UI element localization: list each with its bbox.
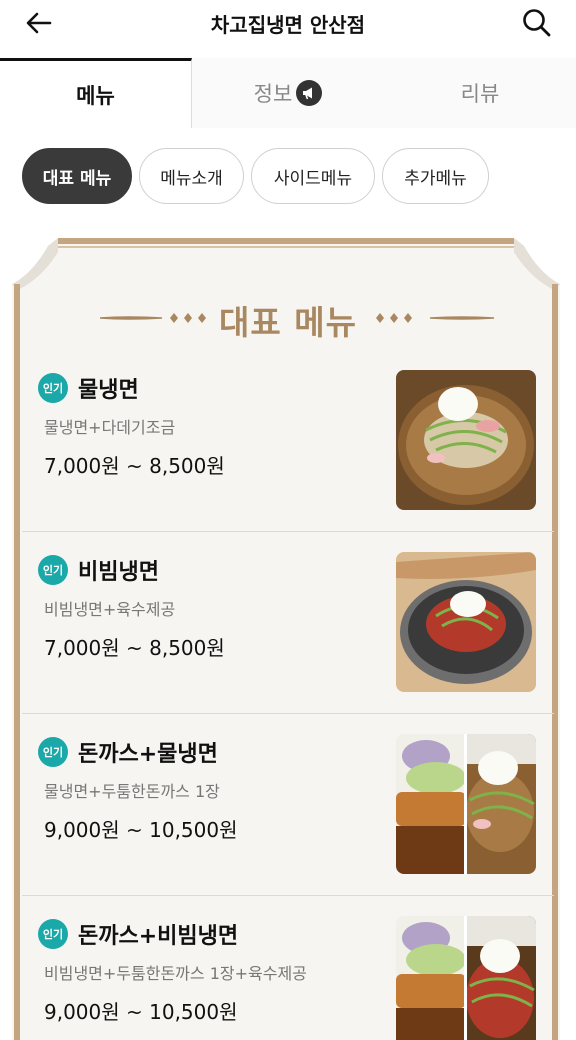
menu-item-name: 돈까스+물냉면 [78, 742, 218, 767]
tab-menu[interactable]: 메뉴 [0, 58, 192, 128]
menu-item-price: 7,000원 ~ 8,500원 [44, 636, 225, 660]
chip-extra-menu[interactable]: 추가메뉴 [382, 148, 489, 204]
search-button[interactable] [520, 6, 554, 40]
chip-menu-intro[interactable]: 메뉴소개 [139, 148, 244, 204]
popular-badge: 인기 [38, 919, 68, 949]
popular-badge: 인기 [38, 737, 68, 767]
menu-item-name: 물냉면 [78, 378, 139, 403]
menu-item-price: 9,000원 ~ 10,500원 [44, 818, 238, 842]
menu-item-price: 7,000원 ~ 8,500원 [44, 454, 225, 478]
menu-item-name: 비빔냉면 [78, 560, 159, 585]
donkatsu-mul-naengmyeon-photo [396, 734, 536, 874]
ornament-right-icon [376, 313, 494, 323]
menu-item-desc: 비빔냉면+육수제공 [44, 600, 176, 619]
menu-item[interactable]: 인기 돈까스+비빔냉면 비빔냉면+두툼한돈까스 1장+육수제공 9,000원 ~… [22, 896, 554, 1040]
search-icon [523, 9, 551, 37]
menu-item-desc: 물냉면+다데기조금 [44, 418, 176, 437]
tab-review-label: 리뷰 [460, 82, 500, 106]
bibim-naengmyeon-photo [396, 552, 536, 692]
page-title: 차고집냉면 안산점 [210, 13, 366, 37]
app-header: 차고집냉면 안산점 [0, 0, 576, 46]
menu-item[interactable]: 인기 물냉면 물냉면+다데기조금 7,000원 ~ 8,500원 [22, 350, 554, 532]
category-chips: 대표 메뉴 메뉴소개 사이드메뉴 추가메뉴 [22, 148, 489, 204]
megaphone-icon [296, 80, 323, 106]
menu-item-desc: 비빔냉면+두툼한돈까스 1장+육수제공 [44, 964, 307, 983]
tab-info-label: 정보 [253, 82, 293, 106]
tab-bar: 메뉴 정보 리뷰 [0, 58, 576, 128]
tab-info[interactable]: 정보 [192, 58, 384, 128]
mul-naengmyeon-photo [396, 370, 536, 510]
menu-item[interactable]: 인기 돈까스+물냉면 물냉면+두툼한돈까스 1장 9,000원 ~ 10,500… [22, 714, 554, 896]
menu-item-name: 돈까스+비빔냉면 [78, 924, 239, 949]
chip-side-menu[interactable]: 사이드메뉴 [251, 148, 375, 204]
tab-review[interactable]: 리뷰 [384, 58, 576, 128]
menu-item-price: 9,000원 ~ 10,500원 [44, 1000, 238, 1024]
active-tab-indicator [0, 126, 191, 128]
tab-menu-label: 메뉴 [76, 83, 115, 108]
chip-signature-menu[interactable]: 대표 메뉴 [22, 148, 132, 204]
section-header: 대표 메뉴 [12, 290, 564, 346]
menu-item-desc: 물냉면+두툼한돈까스 1장 [44, 782, 220, 801]
popular-badge: 인기 [38, 555, 68, 585]
menu-item[interactable]: 인기 비빔냉면 비빔냉면+육수제공 7,000원 ~ 8,500원 [22, 532, 554, 714]
popular-badge: 인기 [38, 373, 68, 403]
donkatsu-bibim-naengmyeon-photo [396, 916, 536, 1040]
